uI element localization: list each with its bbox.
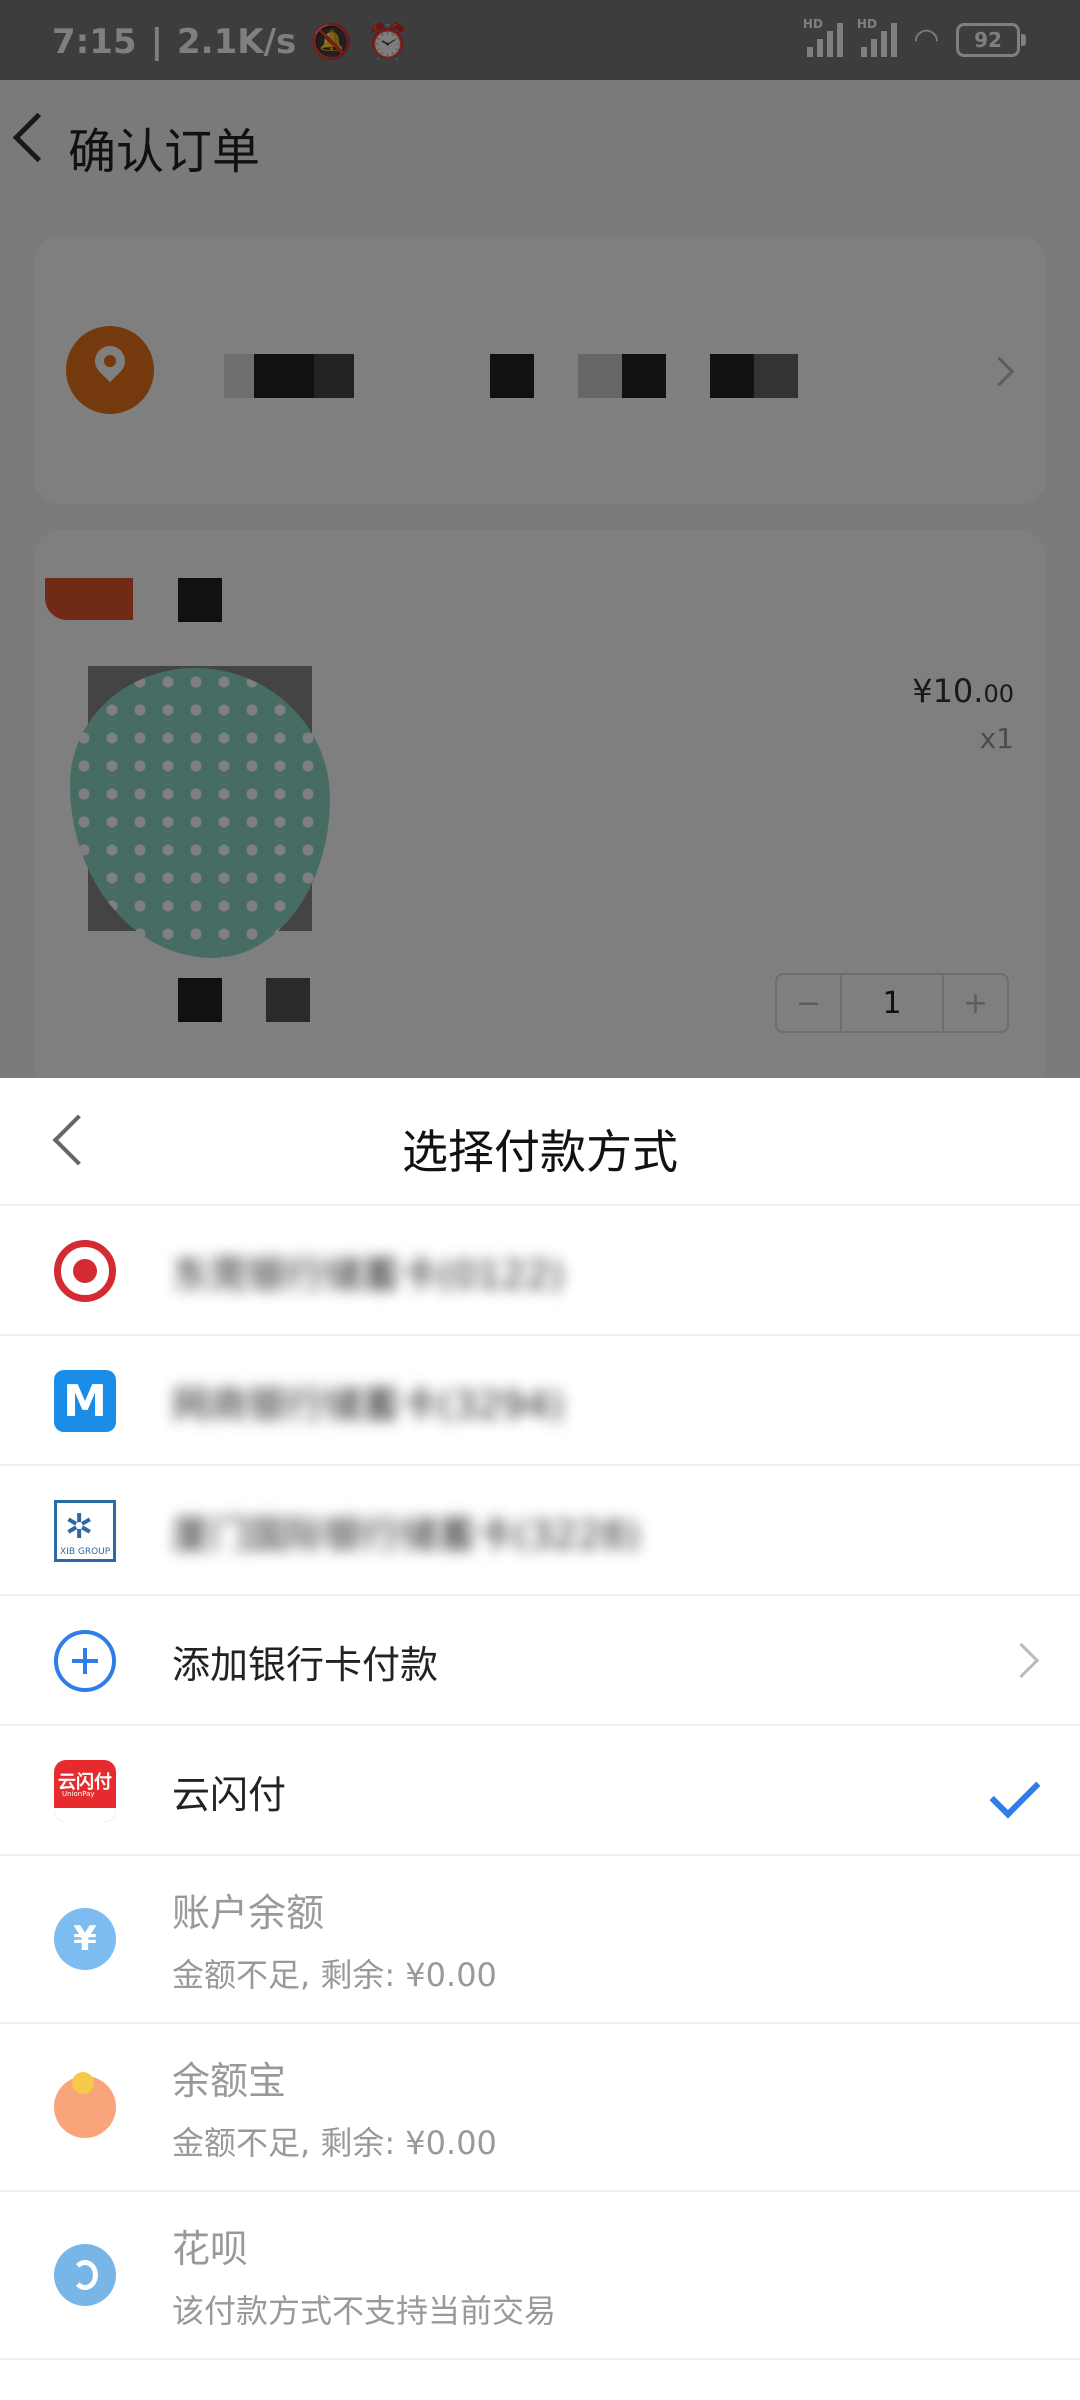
option-label: 花呗 — [172, 2227, 249, 2271]
payment-option-huabei[interactable]: 花呗 该付款方式不支持当前交易 — [0, 2192, 1080, 2360]
yuan-icon: ¥ — [54, 1908, 116, 1970]
payment-option-add-card[interactable]: 添加银行卡付款 — [0, 1596, 1080, 1726]
payment-option-yuebao[interactable]: 余额宝 金额不足, 剩余: ¥0.00 — [0, 2024, 1080, 2192]
payment-option-balance[interactable]: ¥ 账户余额 金额不足, 剩余: ¥0.00 — [0, 1856, 1080, 2024]
bank-icon: ✲ XIB GROUP — [54, 1500, 116, 1562]
option-label: 东莞银行储蓄卡(0122) — [172, 1253, 565, 1297]
option-label: 云闪付 — [172, 1773, 287, 1817]
option-label: 厦门国际银行储蓄卡(3228) — [172, 1513, 641, 1557]
dim-overlay[interactable] — [0, 0, 1080, 1078]
option-detail: 金额不足, 剩余: ¥0.00 — [172, 1956, 497, 1994]
unionpay-icon: 云闪付 UnionPay — [54, 1760, 116, 1822]
option-label: 添加银行卡付款 — [172, 1643, 439, 1687]
payment-option-bank-card[interactable]: M 网商银行储蓄卡(3294) — [0, 1336, 1080, 1466]
bank-icon — [54, 1240, 116, 1302]
checkmark-icon — [989, 1767, 1041, 1819]
sheet-header: 选择付款方式 — [0, 1078, 1080, 1206]
option-detail: 金额不足, 剩余: ¥0.00 — [172, 2124, 497, 2162]
chevron-right-icon — [1003, 1642, 1040, 1679]
payment-method-sheet: 选择付款方式 东莞银行储蓄卡(0122) M 网商银行储蓄卡(3294) ✲ X… — [0, 1078, 1080, 2400]
option-label: 网商银行储蓄卡(3294) — [172, 1383, 565, 1427]
huabei-icon — [54, 2244, 116, 2306]
add-icon — [54, 1630, 116, 1692]
option-label: 余额宝 — [172, 2059, 287, 2103]
yuebao-icon — [54, 2072, 116, 2138]
payment-option-bank-card[interactable]: 东莞银行储蓄卡(0122) — [0, 1206, 1080, 1336]
payment-option-unionpay[interactable]: 云闪付 UnionPay 云闪付 — [0, 1726, 1080, 1856]
sheet-title: 选择付款方式 — [402, 1125, 678, 1179]
option-label: 账户余额 — [172, 1891, 325, 1935]
bank-icon: M — [54, 1370, 116, 1432]
option-detail: 该付款方式不支持当前交易 — [172, 2292, 557, 2330]
payment-option-bank-card[interactable]: ✲ XIB GROUP 厦门国际银行储蓄卡(3228) — [0, 1466, 1080, 1596]
